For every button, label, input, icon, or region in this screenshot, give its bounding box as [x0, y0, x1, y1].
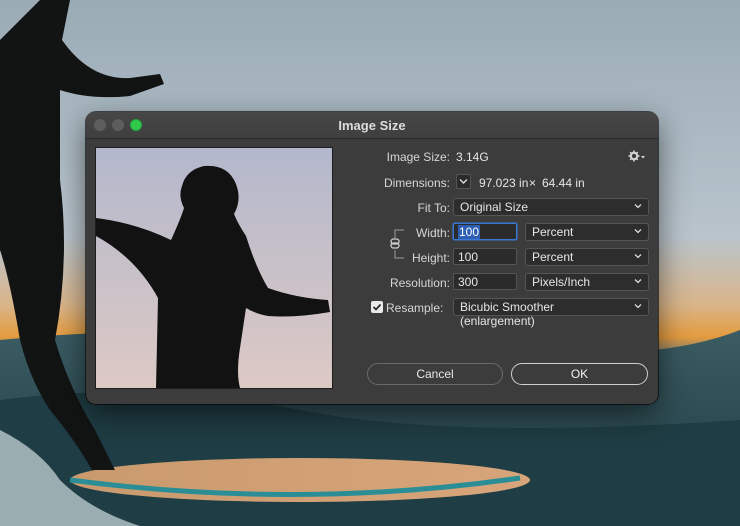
fit-to-value: Original Size	[460, 200, 529, 214]
resolution-value: 300	[458, 275, 479, 289]
chevron-down-icon	[634, 204, 642, 209]
width-label: Width:	[415, 226, 450, 240]
fit-to-dropdown[interactable]: Original Size	[453, 198, 649, 216]
height-label: Height:	[411, 251, 450, 265]
resample-checkbox[interactable]	[371, 301, 383, 313]
chevron-down-icon	[634, 229, 642, 234]
title-bar: Image Size	[86, 112, 658, 139]
chevron-down-icon	[459, 179, 468, 184]
cancel-button[interactable]: Cancel	[367, 363, 503, 385]
width-input[interactable]: 100	[453, 223, 517, 240]
gear-icon[interactable]	[628, 149, 646, 163]
fit-to-label: Fit To:	[417, 201, 450, 215]
image-size-dialog: Image Size Image Size: 3.14G Dimensions:…	[86, 112, 658, 404]
dialog-title: Image Size	[338, 118, 406, 133]
checkmark-icon	[372, 303, 382, 311]
image-preview[interactable]	[95, 147, 333, 389]
resolution-unit-value: Pixels/Inch	[532, 275, 591, 289]
resolution-label: Resolution:	[389, 276, 450, 290]
dimensions-times: ×	[529, 176, 537, 190]
width-unit-dropdown[interactable]: Percent	[525, 223, 649, 241]
ok-button[interactable]: OK	[511, 363, 648, 385]
resolution-unit-dropdown[interactable]: Pixels/Inch	[525, 273, 649, 291]
dimensions-height-value: 64.44 in	[542, 176, 585, 190]
chevron-down-icon	[634, 304, 642, 309]
width-unit-value: Percent	[532, 225, 574, 239]
resample-dropdown[interactable]: Bicubic Smoother (enlargement)	[453, 298, 649, 328]
height-unit-value: Percent	[532, 250, 574, 264]
resample-label: Resample:	[386, 301, 444, 315]
height-unit-dropdown[interactable]: Percent	[525, 248, 649, 266]
preview-silhouette	[96, 148, 332, 388]
resample-value: Bicubic Smoother (enlargement)	[460, 300, 555, 328]
dimensions-label: Dimensions:	[383, 176, 450, 190]
image-size-label: Image Size:	[386, 150, 450, 164]
chevron-down-icon	[634, 254, 642, 259]
resolution-input[interactable]: 300	[453, 273, 517, 290]
height-value: 100	[458, 250, 479, 264]
width-value: 100	[458, 225, 481, 239]
dimensions-unit-toggle[interactable]	[456, 174, 471, 189]
dimensions-width-value: 97.023 in	[479, 176, 529, 190]
image-size-value: 3.14G	[456, 150, 489, 164]
height-input[interactable]: 100	[453, 248, 517, 265]
chevron-down-icon	[634, 279, 642, 284]
